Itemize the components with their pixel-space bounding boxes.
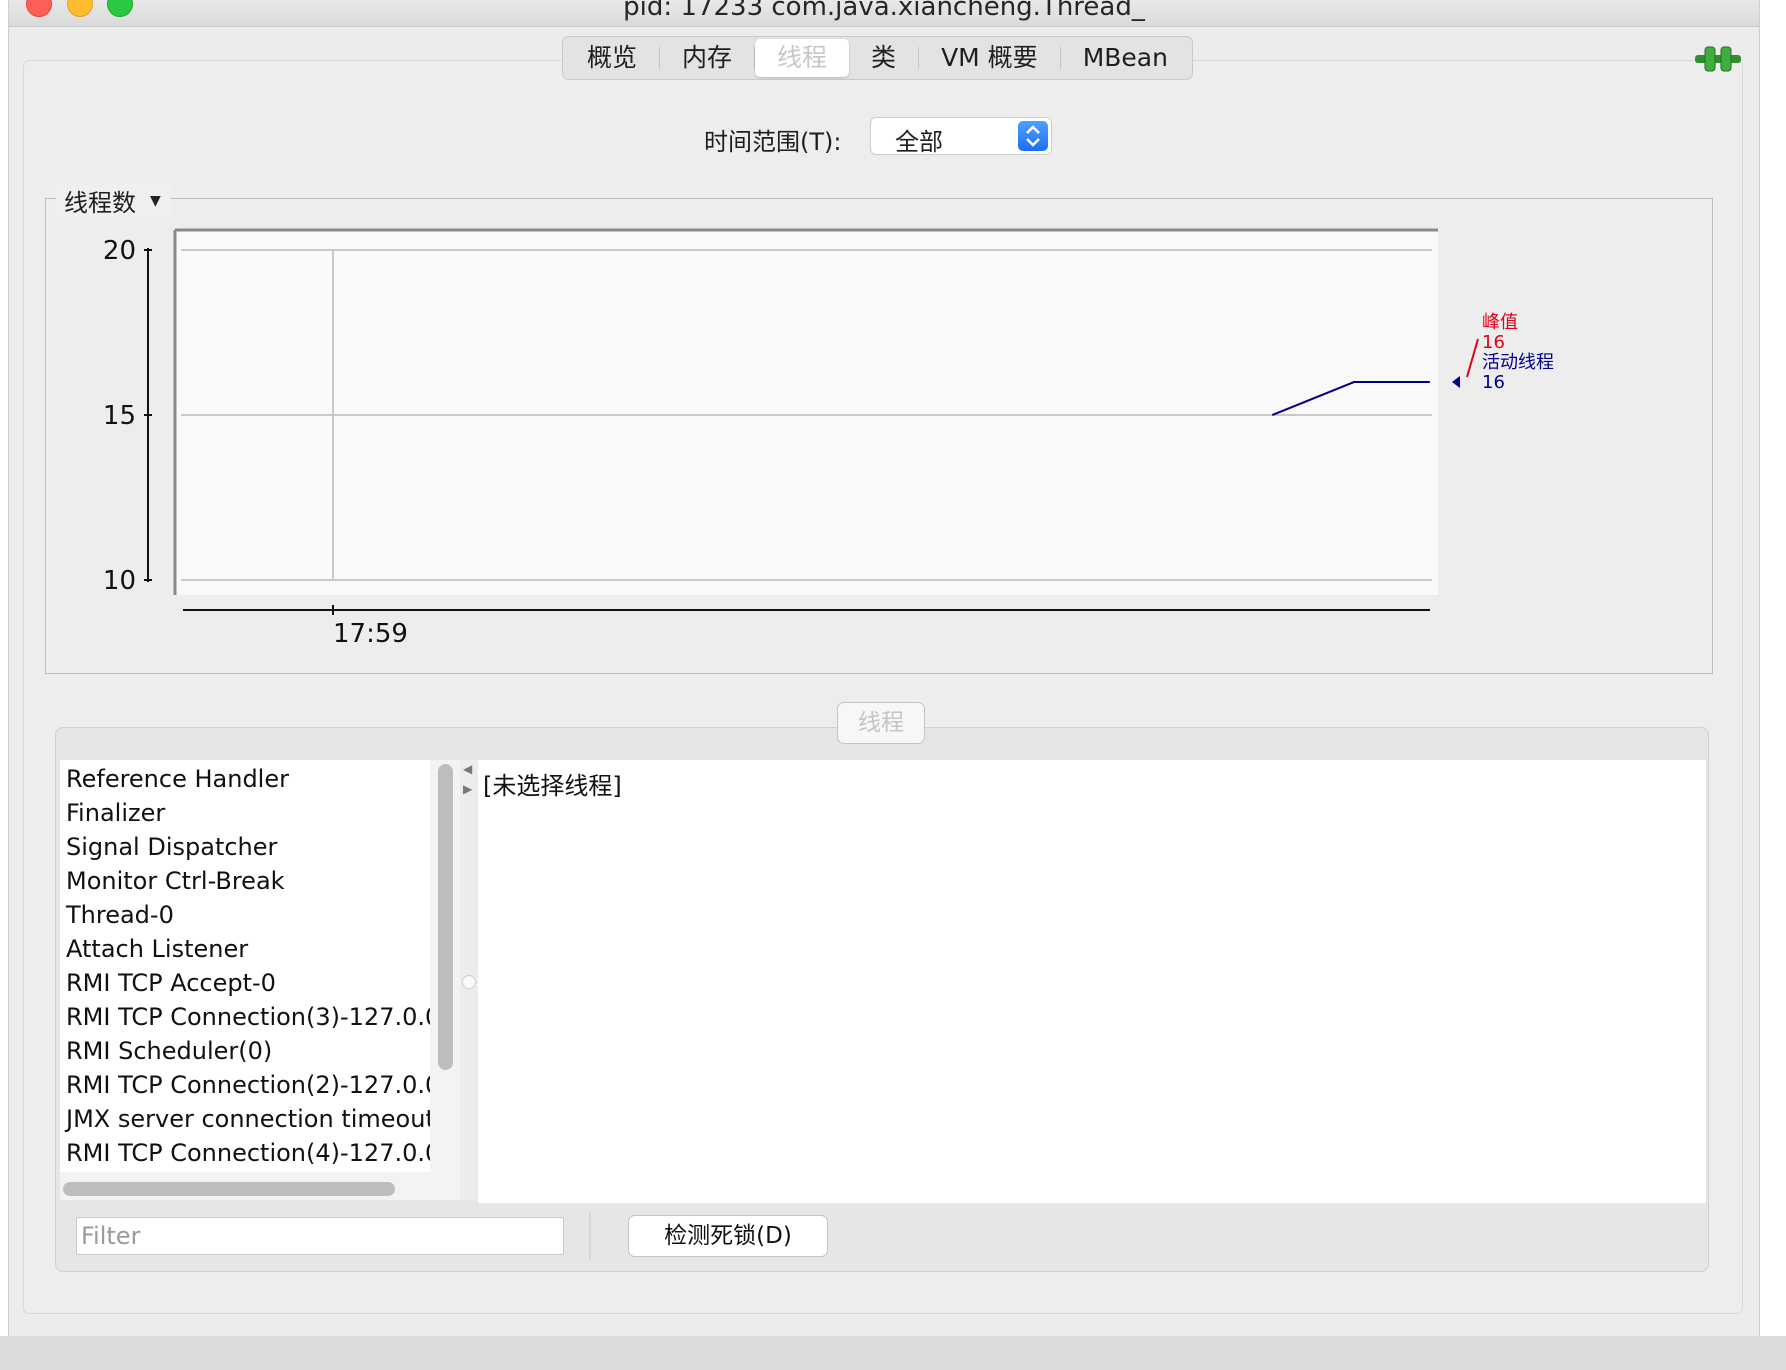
thread-list-item[interactable]: RMI TCP Accept-0 <box>60 966 430 1000</box>
thread-list-item[interactable]: Finalizer <box>60 796 430 830</box>
collapse-left-icon[interactable]: ◀ <box>463 762 472 776</box>
time-range-label: 时间范围(T): <box>704 128 842 156</box>
tab-bar: 概览 内存 线程 类 VM 概要 MBean <box>562 36 1193 80</box>
thread-detail-pane: [未选择线程] <box>478 760 1706 1203</box>
vertical-scroll-thumb[interactable] <box>438 764 453 1070</box>
detect-deadlock-button[interactable]: 检测死锁(D) <box>628 1215 828 1257</box>
thread-list-item[interactable]: Thread-0 <box>60 898 430 932</box>
current-value-marker-icon <box>1452 376 1460 388</box>
time-range-value: 全部 <box>895 128 943 156</box>
thread-list[interactable]: Reference Handler Finalizer Signal Dispatc… <box>60 760 430 1172</box>
window-title: pid: 17233 com.java.xiancheng.Thread_ <box>623 0 1145 22</box>
thread-list-item[interactable]: RMI TCP Connection(2)-127.0.0.1 <box>60 1068 430 1102</box>
thread-list-item[interactable]: RMI TCP Connection(4)-127.0.0.1 <box>60 1136 430 1170</box>
tab-overview[interactable]: 概览 <box>565 39 659 77</box>
title-bar: pid: 17233 com.java.xiancheng.Thread_ <box>9 0 1759 27</box>
expand-right-icon[interactable]: ▶ <box>463 782 472 796</box>
chart-selector[interactable]: 线程数 ▼ <box>56 183 171 218</box>
horizontal-scroll-thumb[interactable] <box>63 1182 395 1196</box>
legend-series-name: 活动线程 <box>1482 352 1554 373</box>
x-tick-label: 17:59 <box>333 619 408 649</box>
thread-list-item[interactable]: RMI Scheduler(0) <box>60 1034 430 1068</box>
legend-series-value: 16 <box>1482 332 1505 353</box>
divider-handle-icon[interactable] <box>462 975 476 989</box>
select-stepper-icon <box>1018 121 1048 151</box>
time-range-select[interactable]: 全部 <box>870 117 1052 156</box>
y-tick-label: 15 <box>103 401 136 431</box>
y-tick-label: 20 <box>103 236 136 266</box>
thread-detail-text: [未选择线程] <box>483 772 622 800</box>
tab-threads[interactable]: 线程 <box>755 39 850 77</box>
thread-list-item[interactable]: Reference Handler <box>60 762 430 796</box>
tab-memory[interactable]: 内存 <box>660 39 754 77</box>
window-bottom-strip <box>0 1336 1786 1370</box>
connection-status-icon[interactable] <box>1695 44 1741 74</box>
thread-list-item[interactable]: RMI TCP Connection(3)-127.0.0.1 <box>60 1000 430 1034</box>
filter-input[interactable] <box>76 1217 564 1255</box>
thread-list-item[interactable]: Signal Dispatcher <box>60 830 430 864</box>
plot-area <box>175 230 1438 595</box>
thread-list-item[interactable]: JMX server connection timeout 1 <box>60 1102 430 1136</box>
thread-list-item[interactable]: Attach Listener <box>60 932 430 966</box>
toolbar-separator <box>589 1212 591 1260</box>
tab-mbean[interactable]: MBean <box>1061 39 1190 77</box>
threads-section-button[interactable]: 线程 <box>837 702 925 744</box>
peak-pointer-line <box>1466 338 1479 378</box>
tab-vm-summary[interactable]: VM 概要 <box>919 39 1060 77</box>
legend-series-name: 峰值 <box>1482 312 1518 333</box>
legend-series-value: 16 <box>1482 372 1505 393</box>
tab-classes[interactable]: 类 <box>849 39 918 77</box>
chevron-down-icon: ▼ <box>150 192 161 209</box>
chart-title: 线程数 <box>64 189 136 217</box>
y-tick-label: 10 <box>103 566 136 596</box>
thread-list-item[interactable]: Monitor Ctrl-Break <box>60 864 430 898</box>
thread-count-chart: 20151017:59 峰值16活动线程16 <box>103 228 1554 649</box>
